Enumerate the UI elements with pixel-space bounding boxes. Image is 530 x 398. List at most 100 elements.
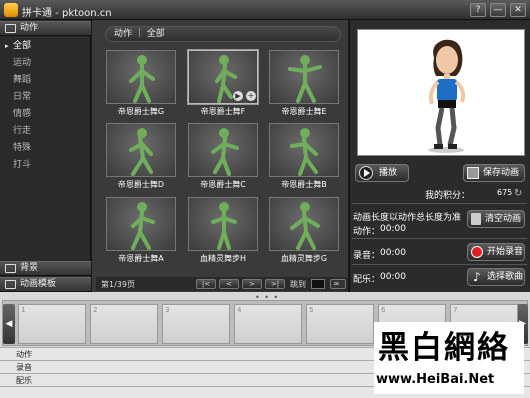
action-tile-label: 血精灵舞步G xyxy=(280,254,328,263)
sidebar-item-label: 情感 xyxy=(13,109,32,119)
stick-figure-icon xyxy=(129,55,155,103)
next-page-button[interactable]: > xyxy=(242,279,262,289)
stick-figure-icon xyxy=(290,128,318,176)
sidebar-tab-label: 背景 xyxy=(20,263,39,273)
points-label: 我的积分： xyxy=(425,191,471,201)
record-icon xyxy=(471,246,483,258)
last-page-button[interactable]: >| xyxy=(265,279,285,289)
window-title: 拼卡通 - pktoon.cn xyxy=(22,8,112,19)
help-button[interactable]: ? xyxy=(470,3,486,17)
sidebar-tab-template[interactable]: 动画模板 xyxy=(0,277,91,292)
breadcrumb: 动作 ｜ 全部 xyxy=(105,26,341,42)
goto-label: 跳到 xyxy=(290,280,306,289)
action-tile-label: 帝恩爵士舞D xyxy=(117,180,165,189)
action-time-label: 动作： xyxy=(353,227,381,237)
action-tile-label: 帝恩爵士舞G xyxy=(117,107,165,116)
clear-animation-button[interactable]: 清空动画 xyxy=(467,210,525,228)
minimize-button[interactable]: — xyxy=(490,3,506,17)
points-value: 675 xyxy=(497,188,513,197)
goto-button[interactable]: ∞ xyxy=(330,279,346,289)
music-time-label: 配乐： xyxy=(353,275,381,285)
action-tile[interactable]: ▶ + xyxy=(188,50,258,104)
sidebar-header-actions[interactable]: 动作 xyxy=(0,21,91,36)
sidebar-item-all[interactable]: ▸ 全部 xyxy=(0,38,90,55)
frame-number: 3 xyxy=(165,306,170,314)
action-tile[interactable] xyxy=(269,50,339,104)
play-button[interactable]: 播放 xyxy=(355,164,409,182)
sidebar-item-dance[interactable]: 舞蹈 xyxy=(0,72,90,89)
stick-figure-icon xyxy=(211,202,237,250)
action-tile-label: 血精灵舞步H xyxy=(199,254,246,263)
watermark-logo: 黑白網絡 xyxy=(378,330,510,366)
app-logo-icon xyxy=(4,3,18,17)
refresh-icon[interactable]: ↻ xyxy=(514,188,522,199)
timeline-frame-slot[interactable] xyxy=(306,304,374,344)
action-tile-label: 帝恩爵士舞C xyxy=(200,180,246,189)
sidebar-item-emotion[interactable]: 情感 xyxy=(0,106,90,123)
start-recording-button[interactable]: 开始录音 xyxy=(467,243,525,261)
timeline-frame-slot[interactable] xyxy=(90,304,158,344)
sidebar-item-fight[interactable]: 打斗 xyxy=(0,157,90,174)
music-note-icon: ♪ xyxy=(473,270,481,284)
frame-number: 7 xyxy=(453,306,458,314)
divider xyxy=(352,238,527,239)
action-tile[interactable] xyxy=(188,123,258,177)
cartoon-character-preview xyxy=(428,39,466,153)
action-tile[interactable] xyxy=(188,197,258,251)
play-icon xyxy=(359,166,373,180)
frame-number: 5 xyxy=(309,306,314,314)
action-tile[interactable] xyxy=(106,197,176,251)
add-icon[interactable]: + xyxy=(246,91,256,101)
trash-icon xyxy=(471,213,481,225)
action-tile[interactable] xyxy=(269,197,339,251)
sidebar-item-label: 舞蹈 xyxy=(13,75,32,85)
timeline-frame-slot[interactable] xyxy=(234,304,302,344)
close-button[interactable]: ✕ xyxy=(510,3,526,17)
stick-figure-icon xyxy=(131,202,155,250)
prev-page-button[interactable]: < xyxy=(219,279,239,289)
record-time: 00:00 xyxy=(380,248,406,258)
play-label: 播放 xyxy=(379,168,398,178)
sidebar-item-label: 行走 xyxy=(13,126,32,136)
goto-label-text: ∞ xyxy=(333,279,340,288)
sidebar-item-special[interactable]: 特殊 xyxy=(0,140,90,157)
stick-figure-icon xyxy=(129,128,153,176)
play-icon[interactable]: ▶ xyxy=(233,91,243,101)
action-tile[interactable] xyxy=(269,123,339,177)
sidebar-tab-background[interactable]: 背景 xyxy=(0,261,91,276)
save-label: 保存动画 xyxy=(483,168,520,178)
folder-icon xyxy=(5,24,16,33)
action-tile-label: 帝恩爵士舞B xyxy=(281,180,327,189)
sidebar-item-sport[interactable]: 运动 xyxy=(0,55,90,72)
first-page-button[interactable]: |< xyxy=(196,279,216,289)
action-tile[interactable] xyxy=(106,50,176,104)
save-icon xyxy=(467,167,479,179)
music-label: 选择歌曲 xyxy=(487,272,524,282)
stick-figure-icon xyxy=(211,128,239,176)
save-animation-button[interactable]: 保存动画 xyxy=(463,164,525,182)
goto-page-input[interactable] xyxy=(311,279,325,289)
choose-song-button[interactable]: ♪ 选择歌曲 xyxy=(467,268,525,286)
frame-number: 4 xyxy=(237,306,242,314)
stick-figure-icon xyxy=(288,55,322,103)
length-note: 动画长度以动作总长度为准 xyxy=(353,213,462,223)
sidebar-item-label: 日常 xyxy=(13,92,32,102)
sidebar-item-walk[interactable]: 行走 xyxy=(0,123,90,140)
action-tile-label: 帝恩爵士舞A xyxy=(118,254,164,263)
timeline-frame-slot[interactable] xyxy=(162,304,230,344)
film-icon xyxy=(5,280,16,289)
triangle-right-icon: ▸ xyxy=(5,42,9,50)
scroll-left-icon[interactable]: ◀ xyxy=(3,304,15,344)
frame-number: 2 xyxy=(93,306,98,314)
action-time: 00:00 xyxy=(380,224,406,234)
track-label-record: 录音 xyxy=(16,363,32,372)
timeline-frame-slot[interactable] xyxy=(18,304,86,344)
sidebar-item-label: 打斗 xyxy=(13,160,32,170)
track-label-action: 动作 xyxy=(16,350,32,359)
sidebar-header-label: 动作 xyxy=(20,23,39,33)
action-tile[interactable] xyxy=(106,123,176,177)
divider xyxy=(352,264,527,265)
animation-preview xyxy=(357,29,525,156)
sidebar-item-daily[interactable]: 日常 xyxy=(0,89,90,106)
action-tile-label: 帝恩爵士舞F xyxy=(200,107,246,116)
